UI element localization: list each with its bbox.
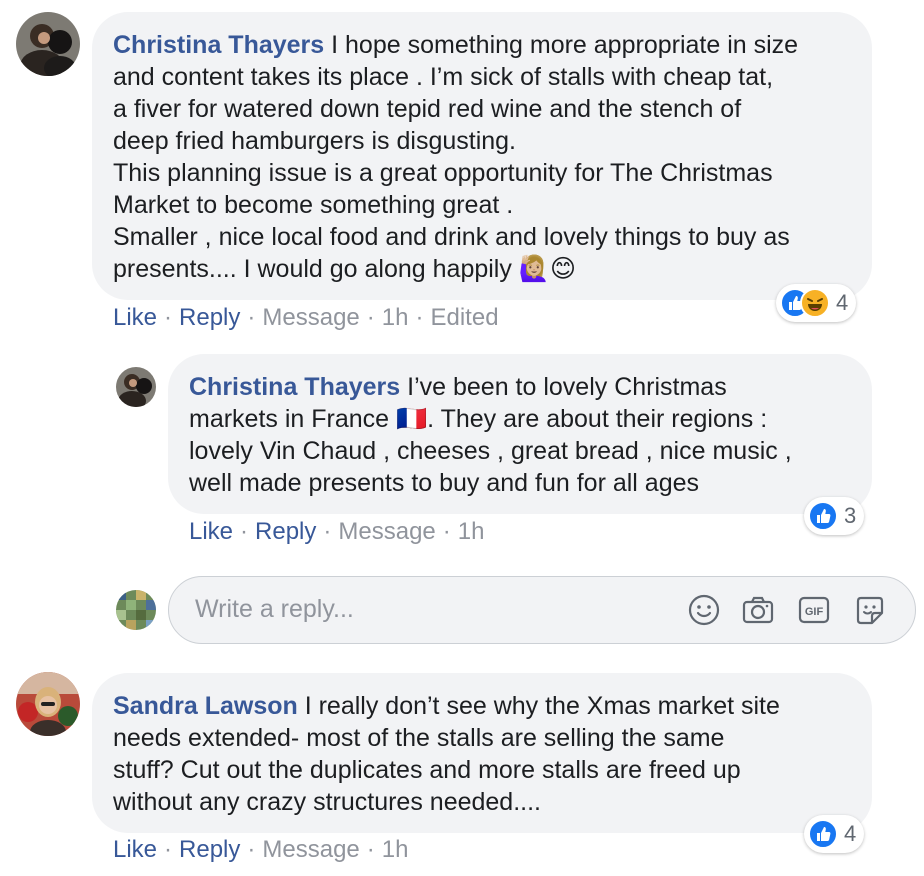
- like-reaction-icon: [808, 819, 838, 849]
- reaction-summary[interactable]: 3: [804, 497, 865, 535]
- timestamp[interactable]: 1h: [458, 518, 485, 545]
- comment-emoji: 🙋🏼‍♀️😊: [518, 255, 577, 283]
- comment-author[interactable]: Sandra Lawson: [113, 692, 298, 720]
- comment-actions: Like · Reply · Message · 1h · Edited: [113, 304, 499, 331]
- gif-icon[interactable]: GIF: [797, 593, 831, 627]
- sticker-icon[interactable]: [853, 593, 887, 627]
- comment-author[interactable]: Christina Thayers: [113, 31, 324, 59]
- reaction-count: 4: [836, 290, 849, 315]
- svg-text:GIF: GIF: [805, 606, 824, 618]
- reply-input[interactable]: [195, 595, 615, 624]
- message-link[interactable]: Message: [262, 836, 359, 863]
- timestamp[interactable]: 1h: [382, 304, 409, 331]
- france-flag: 🇫🇷: [396, 405, 428, 433]
- reaction-summary[interactable]: 4: [776, 284, 857, 322]
- comment-bubble: Christina Thayers I hope something more …: [92, 12, 872, 300]
- comment-actions: Like · Reply · Message · 1h: [113, 836, 409, 863]
- reaction-summary[interactable]: 4: [804, 815, 865, 853]
- reply-link[interactable]: Reply: [179, 836, 240, 863]
- avatar-christina[interactable]: [16, 12, 80, 76]
- avatar-sandra[interactable]: [16, 672, 80, 736]
- reaction-count: 3: [844, 503, 857, 528]
- like-link[interactable]: Like: [113, 836, 157, 863]
- reaction-count: 4: [844, 821, 857, 846]
- comment-bubble: Sandra Lawson I really don’t see why the…: [92, 673, 872, 833]
- comment-actions: Like · Reply · Message · 1h: [189, 518, 485, 545]
- comment-text: I hope something more appropriate in siz…: [113, 31, 799, 283]
- haha-reaction-icon: [800, 288, 830, 318]
- avatar-christina-reply[interactable]: [116, 367, 156, 407]
- comment-author[interactable]: Christina Thayers: [189, 373, 400, 401]
- emoji-icon[interactable]: [687, 593, 721, 627]
- reply-bubble: Christina Thayers I’ve been to lovely Ch…: [168, 354, 872, 514]
- message-link[interactable]: Message: [262, 304, 359, 331]
- reply-link[interactable]: Reply: [179, 304, 240, 331]
- like-reaction-icon: [808, 501, 838, 531]
- message-link[interactable]: Message: [338, 518, 435, 545]
- current-user-avatar[interactable]: [116, 590, 156, 630]
- like-link[interactable]: Like: [189, 518, 233, 545]
- reply-link[interactable]: Reply: [255, 518, 316, 545]
- edited-label[interactable]: Edited: [430, 304, 498, 331]
- like-link[interactable]: Like: [113, 304, 157, 331]
- camera-icon[interactable]: [741, 593, 775, 627]
- reply-composer[interactable]: GIF: [168, 576, 916, 644]
- timestamp[interactable]: 1h: [382, 836, 409, 863]
